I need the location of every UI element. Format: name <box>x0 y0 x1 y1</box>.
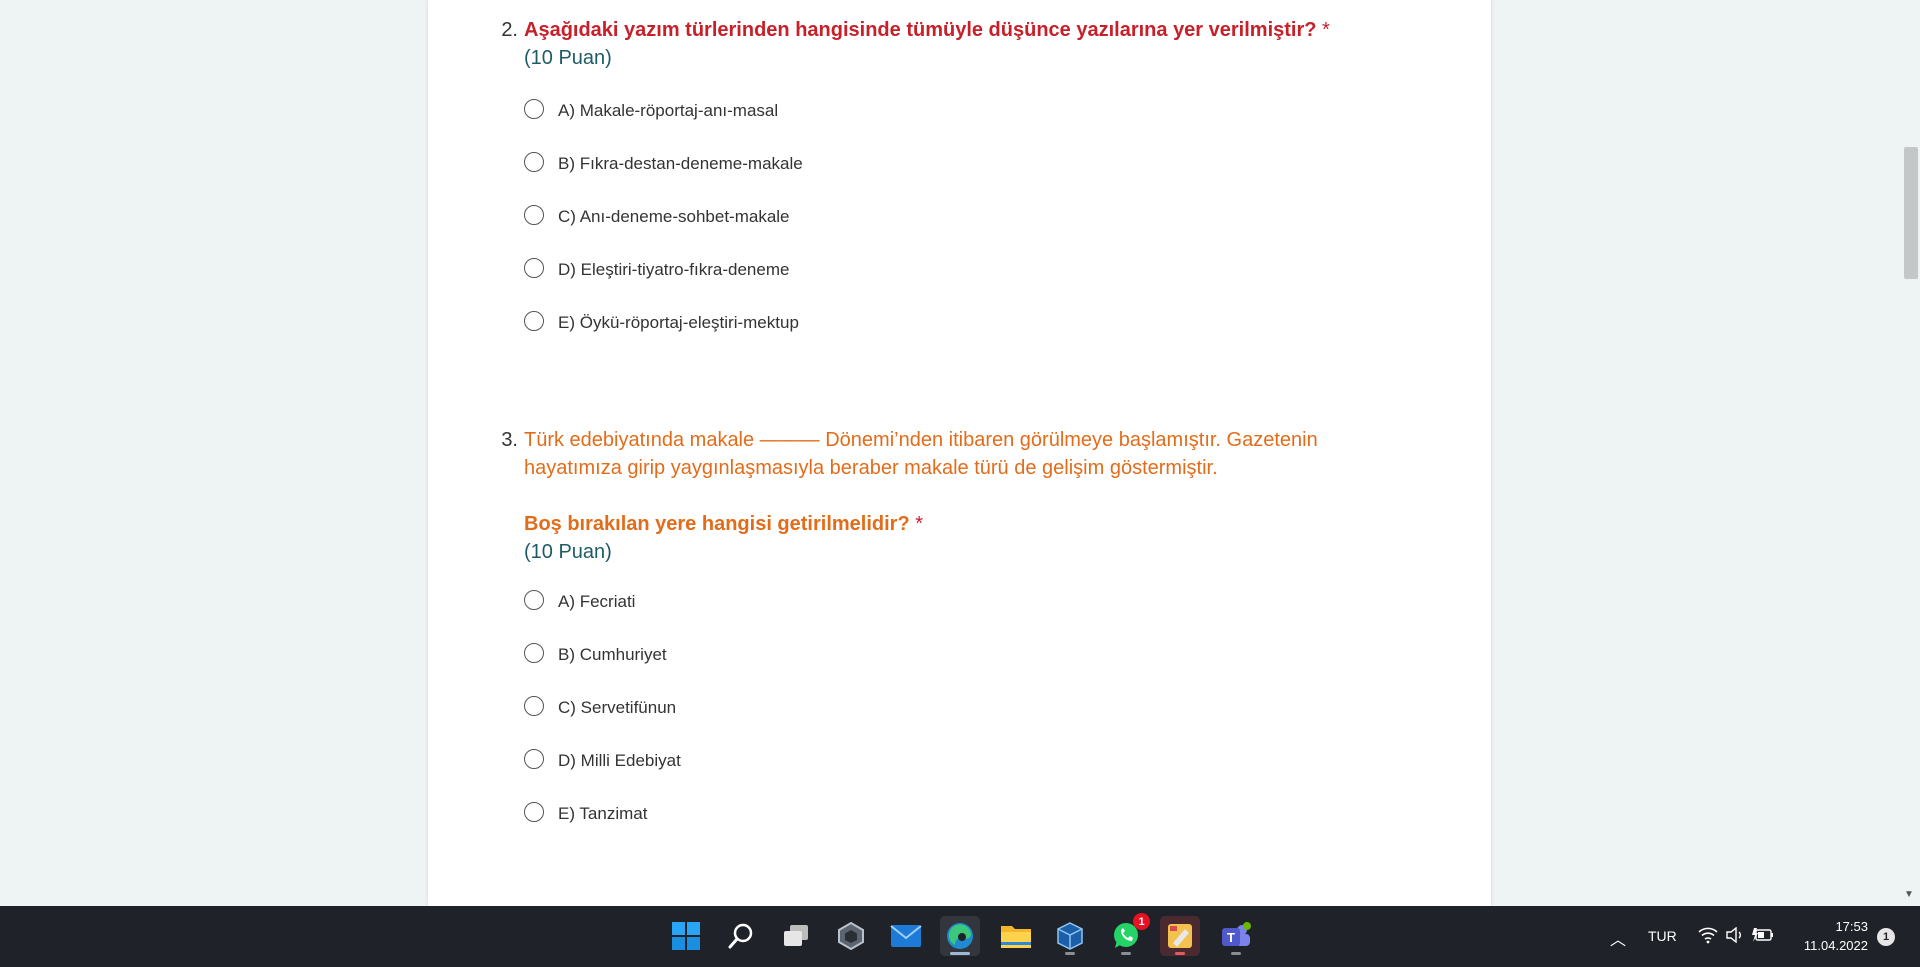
scrollbar-thumb[interactable] <box>1904 147 1918 279</box>
required-mark: * <box>915 513 924 535</box>
option-label: D) Eleştiri-tiyatro-fıkra-deneme <box>558 260 790 279</box>
clock-date: 11.04.2022 <box>1803 938 1868 953</box>
clock-time: 17:53 <box>1835 919 1868 934</box>
svg-text:T: T <box>1227 930 1235 945</box>
radio-button[interactable] <box>524 152 544 172</box>
scroll-down-arrow-icon[interactable]: ▼ <box>1904 889 1914 900</box>
question-title-text: Boş bırakılan yere hangisi getirilmelidi… <box>524 513 910 535</box>
radio-button[interactable] <box>524 205 544 225</box>
active-indicator <box>950 952 970 955</box>
radio-button[interactable] <box>524 802 544 822</box>
option-label: E) Öykü-röportaj-eleştiri-mektup <box>558 313 799 332</box>
form-card: 2. Aşağıdaki yazım türlerinden hangisind… <box>428 0 1491 906</box>
language-indicator[interactable]: TUR <box>1648 928 1677 944</box>
option-2e[interactable]: E) Öykü-röportaj-eleştiri-mektup <box>524 308 799 338</box>
teams-icon[interactable]: T <box>1216 916 1256 956</box>
option-3c[interactable]: C) Servetifünun <box>524 693 676 723</box>
option-3a[interactable]: A) Fecriati <box>524 587 635 617</box>
option-label: A) Fecriati <box>558 592 636 611</box>
notification-center-badge[interactable]: 1 <box>1877 928 1895 946</box>
radio-button[interactable] <box>524 749 544 769</box>
radio-button[interactable] <box>524 99 544 119</box>
question-points: (10 Puan) <box>524 541 612 563</box>
file-explorer-icon[interactable] <box>996 916 1036 956</box>
option-3d[interactable]: D) Milli Edebiyat <box>524 746 681 776</box>
widget-app-icon[interactable] <box>831 916 871 956</box>
option-3b[interactable]: B) Cumhuriyet <box>524 640 667 670</box>
question-title-text: Aşağıdaki yazım türlerinden hangisinde t… <box>524 19 1317 41</box>
option-2b[interactable]: B) Fıkra-destan-deneme-makale <box>524 149 803 179</box>
windows-taskbar: 1 T ︿ TUR 17:53 11.04.2022 1 <box>0 906 1920 967</box>
battery-icon[interactable] <box>1752 927 1774 948</box>
required-mark: * <box>1322 19 1330 41</box>
show-hidden-icons-chevron-icon[interactable]: ︿ <box>1610 926 1626 950</box>
option-label: C) Anı-deneme-sohbet-makale <box>558 207 790 226</box>
virtualbox-icon[interactable] <box>1050 916 1090 956</box>
option-label: C) Servetifünun <box>558 698 677 717</box>
whatsapp-icon[interactable]: 1 <box>1106 913 1150 956</box>
question-points: (10 Puan) <box>524 47 612 69</box>
option-label: B) Fıkra-destan-deneme-makale <box>558 154 803 173</box>
search-icon[interactable] <box>721 916 761 956</box>
edge-browser-icon[interactable] <box>940 916 980 956</box>
radio-button[interactable] <box>524 590 544 610</box>
running-indicator <box>1121 952 1131 955</box>
radio-button[interactable] <box>524 258 544 278</box>
task-view-icon[interactable] <box>776 916 816 956</box>
question-intro: Türk edebiyatında makale ——— Dönemi’nden… <box>524 429 1318 479</box>
question-number: 2. <box>501 19 518 41</box>
option-2d[interactable]: D) Eleştiri-tiyatro-fıkra-deneme <box>524 255 789 285</box>
question-title: Aşağıdaki yazım türlerinden hangisinde t… <box>524 16 1404 44</box>
question-number: 3. <box>501 429 518 451</box>
option-label: E) Tanzimat <box>558 804 648 823</box>
notification-badge: 1 <box>1133 913 1150 930</box>
paint-app-icon[interactable] <box>1160 916 1200 956</box>
wifi-icon[interactable] <box>1698 926 1718 949</box>
option-2a[interactable]: A) Makale-röportaj-anı-masal <box>524 96 778 126</box>
option-label: D) Milli Edebiyat <box>558 751 681 770</box>
windows-start-icon[interactable] <box>666 916 706 956</box>
running-indicator <box>1065 952 1075 955</box>
radio-button[interactable] <box>524 311 544 331</box>
running-indicator <box>1231 952 1241 955</box>
option-label: A) Makale-röportaj-anı-masal <box>558 101 779 120</box>
volume-icon[interactable] <box>1726 926 1744 948</box>
running-indicator <box>1175 952 1185 955</box>
question-title: Boş bırakılan yere hangisi getirilmelidi… <box>524 510 1404 538</box>
page-scrollbar[interactable]: ▼ <box>1900 0 1920 906</box>
radio-button[interactable] <box>524 643 544 663</box>
option-3e[interactable]: E) Tanzimat <box>524 799 647 829</box>
option-2c[interactable]: C) Anı-deneme-sohbet-makale <box>524 202 790 232</box>
system-clock[interactable]: 17:53 11.04.2022 <box>1796 917 1868 955</box>
mail-icon[interactable] <box>886 916 926 956</box>
option-label: B) Cumhuriyet <box>558 645 667 664</box>
radio-button[interactable] <box>524 696 544 716</box>
